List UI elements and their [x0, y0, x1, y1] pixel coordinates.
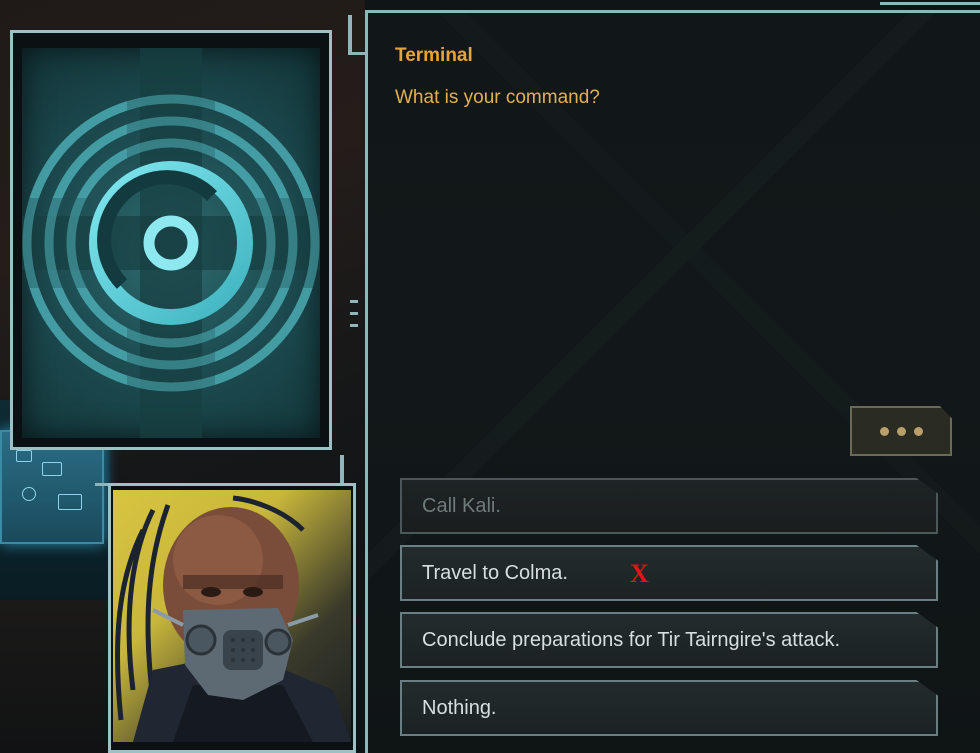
frame-tick — [350, 312, 358, 315]
speaker-name: Terminal — [395, 45, 473, 66]
masked-character-icon — [115, 495, 351, 742]
dialog-text: What is your command? — [395, 87, 600, 108]
terminal-card — [22, 48, 320, 438]
option-label: Nothing. — [422, 696, 497, 719]
frame-connector — [95, 483, 109, 486]
frame-tick — [350, 324, 358, 327]
dialog-option-call-kali[interactable]: Call Kali. — [400, 478, 938, 534]
option-label: Conclude preparations for Tir Tairngire'… — [422, 628, 841, 651]
background-floor — [0, 600, 110, 753]
panel-top-accent — [880, 2, 980, 5]
character-portrait — [113, 490, 351, 742]
frame-tick — [350, 300, 358, 303]
option-label: Travel to Colma. — [422, 561, 568, 584]
option-label: Call Kali. — [422, 494, 501, 517]
annotation-mark: X — [630, 559, 649, 588]
frame-connector — [348, 15, 352, 53]
ellipsis-icon — [896, 426, 906, 436]
dialog-option-conclude-preparations[interactable]: Conclude preparations for Tir Tairngire'… — [400, 612, 938, 668]
frame-connector — [348, 52, 365, 55]
ellipsis-icon — [913, 426, 923, 436]
frame-connector — [340, 455, 344, 485]
dialog-option-travel-colma[interactable]: Travel to Colma. X — [400, 545, 938, 601]
dialog-option-nothing[interactable]: Nothing. — [400, 680, 938, 736]
more-options-button[interactable] — [850, 406, 952, 456]
ellipsis-icon — [879, 426, 889, 436]
terminal-signal-icon — [22, 48, 320, 438]
